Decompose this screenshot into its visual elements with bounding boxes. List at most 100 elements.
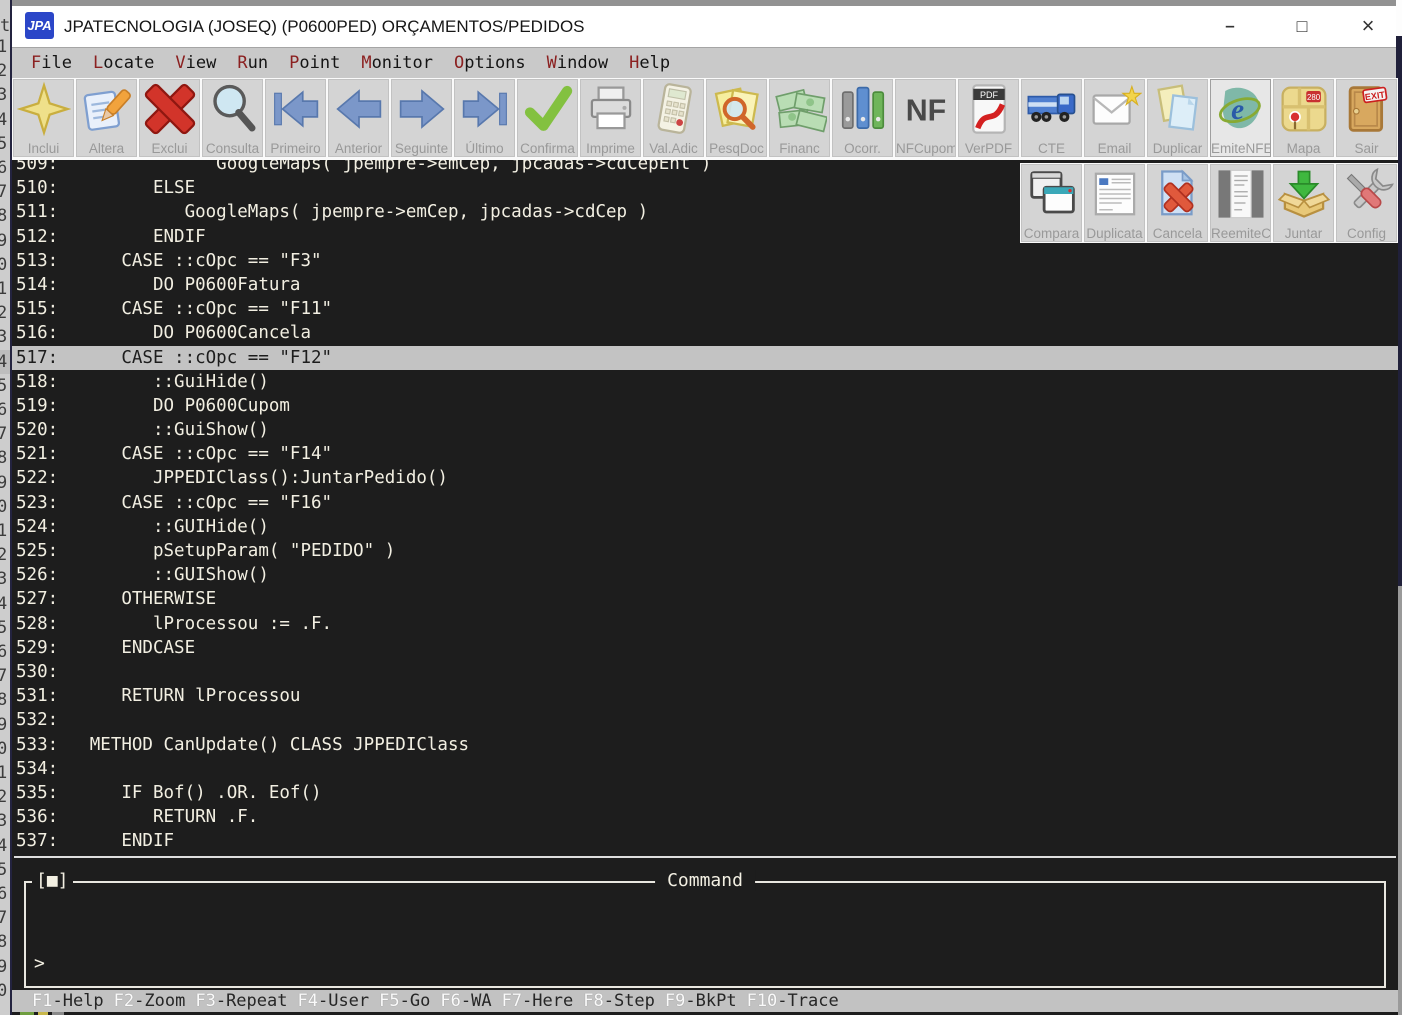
toolbar-button-label: NFCupom [896, 141, 955, 156]
toolbar-button-label: Confirma [518, 141, 577, 156]
toolbar-button-duplicata[interactable]: Duplicata [1084, 164, 1145, 242]
toolbar-button-val-adic[interactable]: Val.Adic [643, 79, 704, 157]
toolbar-button-confirma[interactable]: Confirma [517, 79, 578, 157]
toolbar-button-label: ReemiteC [1211, 226, 1270, 241]
menu-window[interactable]: Window [547, 53, 608, 73]
code-line: 522: JPPEDIClass():JuntarPedido() [12, 466, 1398, 490]
app-logo-icon: JPA [25, 12, 54, 39]
background-artifact: 9 [0, 471, 10, 495]
background-artifact: 1 [0, 761, 10, 785]
menu-point[interactable]: Point [289, 53, 340, 73]
toolbar-button-label: Config [1337, 226, 1396, 241]
background-artifact: 6 [0, 640, 10, 664]
command-close-glyph[interactable]: [■] [32, 870, 73, 891]
toolbar-button-financ[interactable]: Financ [769, 79, 830, 157]
fkey-f5: F5-Go [379, 991, 430, 1011]
toolbar-button-sair[interactable]: EXITSair [1336, 79, 1397, 157]
fkey-f6: F6-WA [440, 991, 491, 1011]
menu-help[interactable]: Help [629, 53, 670, 73]
background-artifact: 0 [0, 253, 10, 277]
toolbar-button-imprime[interactable]: Imprime [580, 79, 641, 157]
background-artifact: 3 [0, 567, 10, 591]
background-artifact: t [0, 16, 10, 36]
code-listing[interactable]: 509: GoogleMaps( jpempre->emCep, jpcadas… [12, 152, 1398, 855]
background-artifact: 3 [0, 325, 10, 349]
code-line: 537: ENDIF [12, 829, 1398, 853]
toolbar-button-nfcupom[interactable]: NFNFCupom [895, 79, 956, 157]
maximize-button[interactable]: □ [1270, 6, 1334, 47]
toolbar-button-label: Anterior [329, 141, 388, 156]
toolbar-button-label: Ocorr. [833, 141, 892, 156]
toolbar-button-cancela[interactable]: Cancela [1147, 164, 1208, 242]
toolbar-button-label: Duplicata [1085, 226, 1144, 241]
code-line: 533: METHOD CanUpdate() CLASS JPPEDIClas… [12, 733, 1398, 757]
minimize-button[interactable]: – [1198, 6, 1262, 47]
fkey-f10: F10-Trace [747, 991, 839, 1011]
toolbar-button-emitenfe[interactable]: eEmiteNFE [1210, 79, 1271, 157]
toolbar-button-juntar[interactable]: Juntar [1273, 164, 1334, 242]
code-line: 513: CASE ::cOpc == "F3" [12, 249, 1398, 273]
exit-door-icon: EXIT [1340, 81, 1394, 137]
toolbar-button-label: Altera [77, 141, 136, 156]
toolbar-button-duplicar[interactable]: Duplicar [1147, 79, 1208, 157]
fkey-status-bar: F1-HelpF2-ZoomF3-RepeatF4-UserF5-GoF6-WA… [12, 990, 1398, 1012]
toolbar-button-compara[interactable]: Compara [1021, 164, 1082, 242]
code-line: 526: ::GUIShow() [12, 563, 1398, 587]
map-icon: 280 [1277, 81, 1331, 137]
toolbar-button-config[interactable]: Config [1336, 164, 1397, 242]
background-artifact: 7 [0, 422, 10, 446]
close-button[interactable]: × [1342, 6, 1394, 47]
edit-icon [80, 81, 134, 137]
background-artifact: 1 [0, 35, 10, 59]
toolbar-button-inclui[interactable]: Inclui [13, 79, 74, 157]
toolbar-button-pesqdoc[interactable]: PesqDoc [706, 79, 767, 157]
toolbar-button-anterior[interactable]: Anterior [328, 79, 389, 157]
toolbar-button-cte[interactable]: CTE [1021, 79, 1082, 157]
toolbar-button-email[interactable]: Email [1084, 79, 1145, 157]
background-artifact: 7 [0, 906, 10, 930]
fkey-f8: F8-Step [583, 991, 655, 1011]
invoice-icon [1088, 166, 1142, 222]
pdf-icon: PDF [962, 81, 1016, 137]
toolbar-button-reemitec[interactable]: ReemiteC [1210, 164, 1271, 242]
svg-text:280: 280 [1307, 93, 1321, 102]
fkey-f9: F9-BkPt [665, 991, 737, 1011]
toolbar-button-label: CTE [1022, 141, 1081, 156]
menu-file[interactable]: File [31, 53, 72, 73]
last-icon [458, 81, 512, 137]
toolbar-button-verpdf[interactable]: PDFVerPDF [958, 79, 1019, 157]
toolbar-button-label: Seguinte [392, 141, 451, 156]
toolbar-button-consulta[interactable]: Consulta [202, 79, 263, 157]
background-artifact: 5 [0, 374, 10, 398]
toolbar-button-mapa[interactable]: 280Mapa [1273, 79, 1334, 157]
menu-run[interactable]: Run [237, 53, 268, 73]
command-prompt-input[interactable]: > [34, 953, 45, 974]
window-title: JPATECNOLOGIA (JOSEQ) (P0600PED) ORÇAMEN… [64, 6, 585, 47]
code-line: 527: OTHERWISE [12, 587, 1398, 611]
screen: 1234567890123456789012345678901234567890… [0, 0, 1402, 1015]
code-line: 531: RETURN lProcessou [12, 684, 1398, 708]
code-line: 516: DO P0600Cancela [12, 321, 1398, 345]
toolbar-button-ltimo[interactable]: Último [454, 79, 515, 157]
background-artifact: 8 [0, 930, 10, 954]
background-artifact: 3 [0, 809, 10, 833]
toolbar-button-altera[interactable]: Altera [76, 79, 137, 157]
code-line: 520: ::GuiShow() [12, 418, 1398, 442]
menu-monitor[interactable]: Monitor [361, 53, 433, 73]
toolbar-button-primeiro[interactable]: Primeiro [265, 79, 326, 157]
toolbar-button-label: Cancela [1148, 226, 1207, 241]
code-line: 518: ::GuiHide() [12, 370, 1398, 394]
toolbar-button-ocorr[interactable]: Ocorr. [832, 79, 893, 157]
toolbar-button-seguinte[interactable]: Seguinte [391, 79, 452, 157]
background-artifact: 5 [0, 616, 10, 640]
search-doc-icon [710, 81, 764, 137]
toolbar-button-exclui[interactable]: Exclui [139, 79, 200, 157]
menu-locate[interactable]: Locate [93, 53, 154, 73]
menu-options[interactable]: Options [454, 53, 526, 73]
code-line: 532: [12, 708, 1398, 732]
menu-view[interactable]: View [175, 53, 216, 73]
star-icon [17, 81, 71, 137]
fkey-f2: F2-Zoom [114, 991, 186, 1011]
toolbar-button-label: Último [455, 141, 514, 156]
toolbar-row-1: IncluiAlteraExcluiConsultaPrimeiroAnteri… [12, 78, 1398, 160]
